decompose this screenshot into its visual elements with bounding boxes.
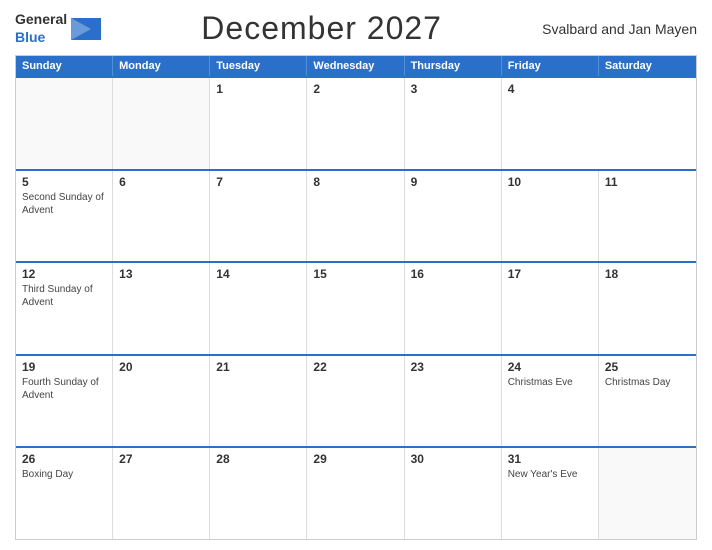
cell-dec14: 14 [210,263,307,354]
calendar: Sunday Monday Tuesday Wednesday Thursday… [15,55,697,540]
week-1: 1 2 3 4 [16,76,696,169]
header-thursday: Thursday [405,56,502,76]
cell-dec19: 19 Fourth Sunday of Advent [16,356,113,447]
cell-dec12: 12 Third Sunday of Advent [16,263,113,354]
page-header: General Blue December 2027 Svalbard and … [15,10,697,47]
cell-dec16: 16 [405,263,502,354]
week-2: 5 Second Sunday of Advent 6 7 8 9 10 11 [16,169,696,262]
logo-blue: Blue [15,29,45,45]
month-title: December 2027 [201,10,442,47]
cell-dec25: 25 Christmas Day [599,356,696,447]
cell-dec26: 26 Boxing Day [16,448,113,539]
cell-dec10: 10 [502,171,599,262]
logo: General Blue [15,11,101,47]
cell-dec7: 7 [210,171,307,262]
cell-dec29: 29 [307,448,404,539]
cell-dec17: 17 [502,263,599,354]
cell-dec18: 18 [599,263,696,354]
cell-dec2: 2 [307,78,404,169]
logo-general: General [15,11,67,27]
logo-text: General Blue [15,11,67,47]
cell-dec22: 22 [307,356,404,447]
week-4: 19 Fourth Sunday of Advent 20 21 22 23 2… [16,354,696,447]
header-sunday: Sunday [16,56,113,76]
region-label: Svalbard and Jan Mayen [542,21,697,37]
cell-w5-sat [599,448,696,539]
week-3: 12 Third Sunday of Advent 13 14 15 16 17… [16,261,696,354]
cell-dec30: 30 [405,448,502,539]
cell-dec11: 11 [599,171,696,262]
header-monday: Monday [113,56,210,76]
cell-dec15: 15 [307,263,404,354]
cell-dec13: 13 [113,263,210,354]
cell-dec5: 5 Second Sunday of Advent [16,171,113,262]
calendar-header: Sunday Monday Tuesday Wednesday Thursday… [16,56,696,76]
cell-dec27: 27 [113,448,210,539]
cell-dec23: 23 [405,356,502,447]
header-friday: Friday [502,56,599,76]
cell-dec1: 1 [210,78,307,169]
header-saturday: Saturday [599,56,696,76]
header-wednesday: Wednesday [307,56,404,76]
cell-w1-sun [16,78,113,169]
cell-dec28: 28 [210,448,307,539]
cell-dec21: 21 [210,356,307,447]
cell-dec8: 8 [307,171,404,262]
header-tuesday: Tuesday [210,56,307,76]
cell-dec31: 31 New Year's Eve [502,448,599,539]
calendar-page: General Blue December 2027 Svalbard and … [0,0,712,550]
cell-dec9: 9 [405,171,502,262]
cell-dec4: 4 [502,78,599,169]
cell-w1-mon [113,78,210,169]
cell-dec20: 20 [113,356,210,447]
cell-dec3: 3 [405,78,502,169]
week-5: 26 Boxing Day 27 28 29 30 31 New Year's … [16,446,696,539]
cell-dec6: 6 [113,171,210,262]
logo-flag-icon [71,18,101,40]
cell-dec24: 24 Christmas Eve [502,356,599,447]
